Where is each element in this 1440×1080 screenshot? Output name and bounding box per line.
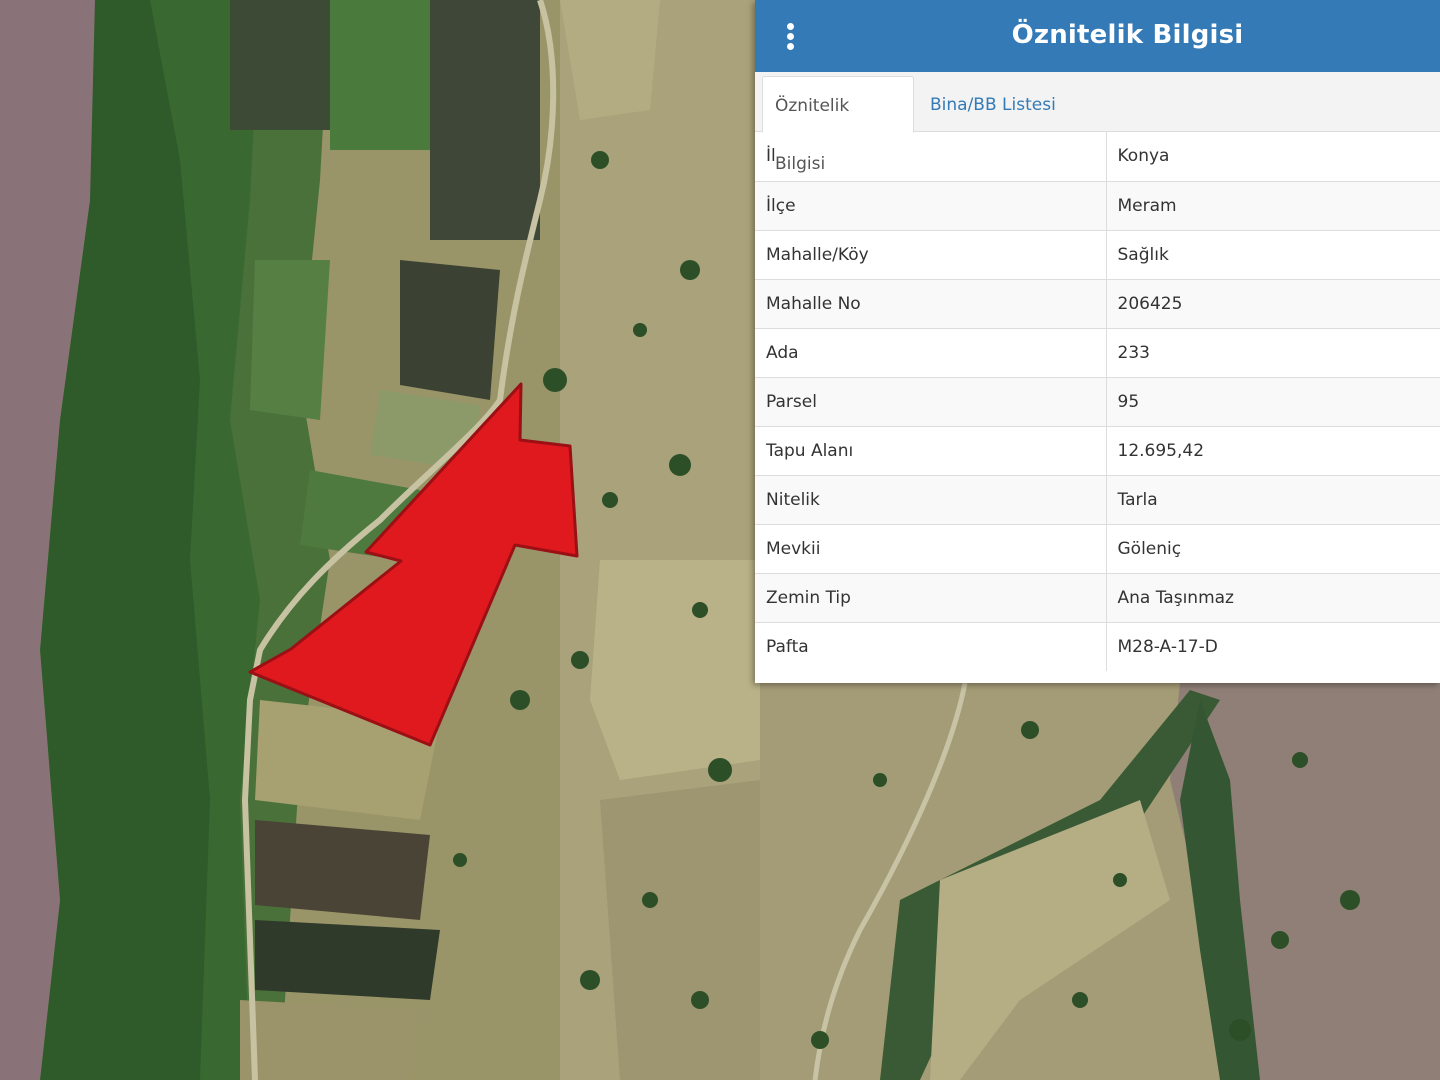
attribute-value: 206425: [1106, 279, 1440, 329]
attribute-value: Meram: [1106, 181, 1440, 231]
table-row: Zemin Tip Ana Taşınmaz: [755, 573, 1440, 623]
attribute-key: Mevkii: [755, 524, 1107, 574]
table-row: Mahalle No 206425: [755, 279, 1440, 329]
table-row: Tapu Alanı 12.695,42: [755, 426, 1440, 476]
tab-bar: Öznitelik Bilgisi Bina/BB Listesi: [755, 72, 1440, 174]
attribute-key: Mahalle/Köy: [755, 230, 1107, 280]
kebab-menu-icon[interactable]: [775, 18, 805, 54]
menu-dot: [786, 22, 794, 30]
tab-building-list[interactable]: Bina/BB Listesi: [918, 76, 1068, 133]
table-row: İlçe Meram: [755, 181, 1440, 231]
attribute-key: Pafta: [755, 622, 1107, 671]
table-row: Nitelik Tarla: [755, 475, 1440, 525]
table-row: Pafta M28-A-17-D: [755, 622, 1440, 671]
attribute-value: M28-A-17-D: [1117, 636, 1218, 657]
attribute-value: Ana Taşınmaz: [1106, 573, 1440, 623]
attribute-value: Sağlık: [1106, 230, 1440, 280]
attribute-value: 233: [1106, 328, 1440, 378]
panel-header: Öznitelik Bilgisi: [755, 0, 1440, 72]
attribute-panel: Öznitelik Bilgisi Öznitelik Bilgisi Bina…: [755, 0, 1440, 683]
attribute-key: Nitelik: [755, 475, 1107, 525]
attribute-value: 95: [1106, 377, 1440, 427]
attribute-key: Zemin Tip: [755, 573, 1107, 623]
menu-dot: [786, 32, 794, 40]
menu-dot: [786, 42, 794, 50]
attribute-value: Konya: [1106, 132, 1440, 182]
attribute-key: Mahalle No: [755, 279, 1107, 329]
table-row: İl Konya: [755, 132, 1440, 182]
attribute-value: 12.695,42: [1106, 426, 1440, 476]
attribute-key: Parsel: [755, 377, 1107, 427]
panel-title: Öznitelik Bilgisi: [1011, 20, 1244, 50]
attribute-key: Tapu Alanı: [755, 426, 1107, 476]
attribute-table: İl Konya İlçe Meram Mahalle/Köy Sağlık M…: [755, 132, 1440, 671]
table-row: Parsel 95: [755, 377, 1440, 427]
table-row: Mahalle/Köy Sağlık: [755, 230, 1440, 280]
table-row: Ada 233: [755, 328, 1440, 378]
tab-attribute-info[interactable]: Öznitelik Bilgisi: [762, 76, 914, 174]
attribute-key: Ada: [755, 328, 1107, 378]
attribute-value: Göleniç: [1106, 524, 1440, 574]
attribute-value: Tarla: [1106, 475, 1440, 525]
table-row: Mevkii Göleniç: [755, 524, 1440, 574]
